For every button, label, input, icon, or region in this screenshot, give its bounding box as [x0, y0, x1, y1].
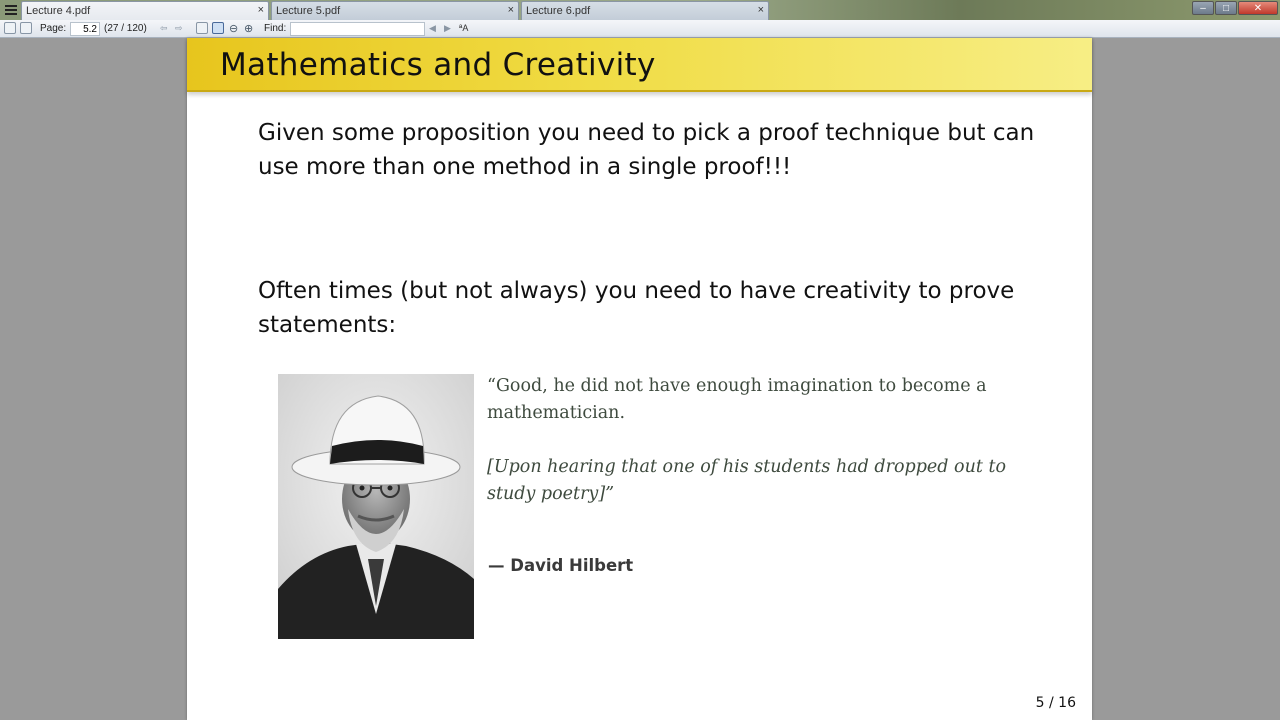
zoom-out-icon[interactable]: ⊖ [229, 22, 238, 35]
tab-close-icon[interactable]: × [508, 4, 514, 16]
find-label: Find: [264, 23, 287, 34]
find-input[interactable] [290, 22, 425, 36]
find-previous-icon[interactable]: ◀ [429, 23, 436, 34]
tab-lecture-5[interactable]: Lecture 5.pdf × [271, 1, 519, 20]
find-next-icon[interactable]: ▶ [444, 23, 451, 34]
toolbar: Page: (27 / 120) ⇦ ⇨ ⊖ ⊕ Find: ◀ ▶ ªA [0, 20, 1280, 38]
tab-lecture-4[interactable]: Lecture 4.pdf × [21, 1, 269, 20]
tab-close-icon[interactable]: × [258, 4, 264, 16]
tab-label: Lecture 4.pdf [26, 5, 91, 17]
zoom-in-icon[interactable]: ⊕ [244, 22, 253, 35]
tab-lecture-6[interactable]: Lecture 6.pdf × [521, 1, 769, 20]
tab-bar: Lecture 4.pdf × Lecture 5.pdf × Lecture … [0, 0, 1280, 20]
hilbert-portrait-image [278, 374, 474, 639]
minimize-button[interactable]: – [1192, 1, 1214, 15]
fit-page-icon[interactable] [196, 22, 208, 34]
tab-label: Lecture 6.pdf [526, 5, 591, 17]
match-case-icon[interactable]: ªA [459, 23, 468, 33]
page-label: Page: [40, 23, 67, 34]
slide-paragraph-creativity: Often times (but not always) you need to… [258, 278, 1015, 338]
fit-width-icon[interactable] [212, 22, 224, 34]
close-button[interactable]: ✕ [1238, 1, 1278, 15]
maximize-button[interactable]: □ [1215, 1, 1237, 15]
slide-page: Mathematics and Creativity Given some pr… [187, 38, 1092, 720]
print-icon[interactable] [20, 22, 32, 34]
prev-page-icon[interactable]: ⇦ [160, 23, 168, 34]
slide-header: Mathematics and Creativity [187, 38, 1092, 92]
quote-context: [Upon hearing that one of his students h… [487, 457, 1007, 504]
slide-title: Mathematics and Creativity [220, 47, 656, 83]
tab-close-icon[interactable]: × [758, 4, 764, 16]
next-page-icon[interactable]: ⇨ [175, 23, 183, 34]
page-input[interactable] [70, 22, 100, 36]
page-count: (27 / 120) [104, 23, 147, 34]
tab-label: Lecture 5.pdf [276, 5, 341, 17]
menu-icon[interactable] [2, 2, 20, 18]
hilbert-quote: “Good, he did not have enough imaginatio… [487, 376, 987, 423]
quote-author: — David Hilbert [488, 556, 634, 575]
slide-paragraph-proof-technique: Given some proposition you need to pick … [258, 120, 1035, 180]
slide-number: 5 / 16 [1035, 695, 1076, 711]
open-file-icon[interactable] [4, 22, 16, 34]
